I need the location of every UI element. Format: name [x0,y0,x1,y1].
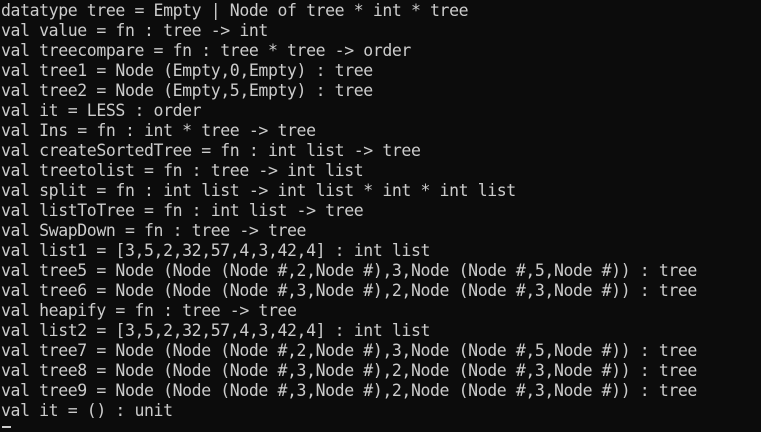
terminal-line-heapify: val heapify = fn : tree -> tree [1,301,297,320]
terminal-line-datatype-tree: datatype tree = Empty | Node of tree * i… [1,1,469,20]
terminal-line-treecompare: val treecompare = fn : tree * tree -> or… [1,41,411,60]
terminal-line-tree6: val tree6 = Node (Node (Node #,3,Node #)… [1,281,697,300]
terminal-line-createsortedtree: val createSortedTree = fn : int list -> … [1,141,421,160]
terminal-line-list1: val list1 = [3,5,2,32,57,4,3,42,4] : int… [1,241,431,260]
text-cursor [2,426,11,428]
terminal-line-tree7: val tree7 = Node (Node (Node #,2,Node #)… [1,341,697,360]
terminal-line-it-less: val it = LESS : order [1,101,202,120]
terminal-line-value: val value = fn : tree -> int [1,21,268,40]
terminal-line-tree8: val tree8 = Node (Node (Node #,3,Node #)… [1,361,697,380]
terminal-line-list2: val list2 = [3,5,2,32,57,4,3,42,4] : int… [1,321,431,340]
terminal-line-tree1: val tree1 = Node (Empty,0,Empty) : tree [1,61,373,80]
terminal-line-tree2: val tree2 = Node (Empty,5,Empty) : tree [1,81,373,100]
terminal-output: datatype tree = Empty | Node of tree * i… [1,1,697,421]
terminal-line-listtotree: val listToTree = fn : int list -> tree [1,201,364,220]
terminal-line-tree5: val tree5 = Node (Node (Node #,2,Node #)… [1,261,697,280]
terminal-window[interactable]: datatype tree = Empty | Node of tree * i… [0,0,761,432]
terminal-line-treetolist: val treetolist = fn : tree -> int list [1,161,364,180]
terminal-line-split: val split = fn : int list -> int list * … [1,181,516,200]
terminal-line-swapdown: val SwapDown = fn : tree -> tree [1,221,307,240]
terminal-line-tree9: val tree9 = Node (Node (Node #,3,Node #)… [1,381,697,400]
terminal-line-it-unit: val it = () : unit [1,401,173,420]
terminal-line-ins: val Ins = fn : int * tree -> tree [1,121,316,140]
